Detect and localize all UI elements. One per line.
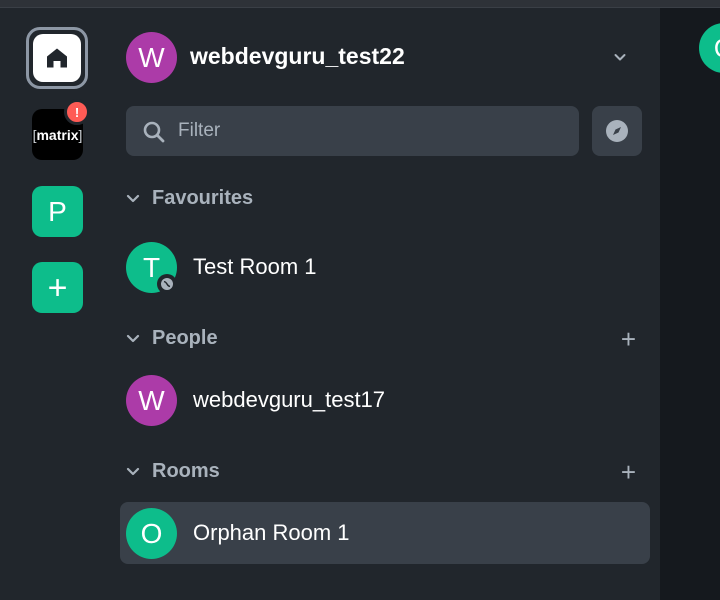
section-label: People bbox=[152, 327, 218, 349]
room-view-pane: O bbox=[660, 8, 720, 600]
user-name: webdevguru_test22 bbox=[190, 43, 405, 69]
p-space-button[interactable]: P bbox=[32, 186, 83, 237]
home-space-button[interactable] bbox=[26, 27, 88, 89]
bracket-right: ] bbox=[78, 126, 83, 143]
filter-box[interactable] bbox=[126, 106, 579, 156]
room-avatar: O bbox=[126, 508, 177, 559]
room-tile[interactable]: T Test Room 1 bbox=[120, 236, 650, 298]
chevron-down-icon bbox=[126, 194, 140, 203]
chevron-down-icon[interactable] bbox=[608, 45, 632, 69]
section-label: Rooms bbox=[152, 460, 220, 482]
create-space-button[interactable]: + bbox=[32, 262, 83, 313]
notification-badge: ! bbox=[64, 99, 90, 125]
room-name: Orphan Room 1 bbox=[193, 520, 350, 545]
filter-input[interactable] bbox=[178, 106, 558, 156]
explore-rooms-button[interactable] bbox=[592, 106, 642, 156]
search-icon bbox=[143, 121, 165, 143]
section-header-people[interactable]: People + bbox=[126, 324, 642, 354]
section-header-rooms[interactable]: Rooms + bbox=[126, 457, 642, 487]
window-top-strip bbox=[0, 0, 720, 8]
home-icon bbox=[47, 48, 67, 68]
user-avatar: W bbox=[126, 32, 177, 83]
space-bar: [ matrix ] ! P + bbox=[0, 8, 110, 600]
add-room-button[interactable]: + bbox=[621, 459, 636, 485]
add-person-button[interactable]: + bbox=[621, 326, 636, 352]
user-menu-header[interactable]: W webdevguru_test22 bbox=[126, 31, 638, 83]
room-name: webdevguru_test17 bbox=[193, 387, 386, 412]
chevron-down-icon bbox=[126, 334, 140, 343]
room-name: Test Room 1 bbox=[193, 254, 317, 279]
chevron-down-icon bbox=[126, 467, 140, 476]
plus-icon: + bbox=[47, 268, 68, 307]
room-header-avatar[interactable]: O bbox=[699, 23, 720, 73]
room-tile[interactable]: W webdevguru_test17 bbox=[120, 369, 650, 431]
public-room-icon bbox=[157, 274, 177, 294]
room-tile-selected[interactable]: O Orphan Room 1 bbox=[120, 502, 650, 564]
section-label: Favourites bbox=[152, 187, 254, 209]
matrix-space-label: matrix bbox=[36, 126, 79, 143]
section-header-favourites[interactable]: Favourites bbox=[126, 184, 642, 214]
explore-icon bbox=[606, 120, 628, 142]
p-space-initial: P bbox=[48, 195, 67, 227]
room-avatar: W bbox=[126, 375, 177, 426]
room-list-panel: W webdevguru_test22 Favourites T bbox=[110, 8, 660, 600]
home-space-tile bbox=[33, 34, 81, 82]
